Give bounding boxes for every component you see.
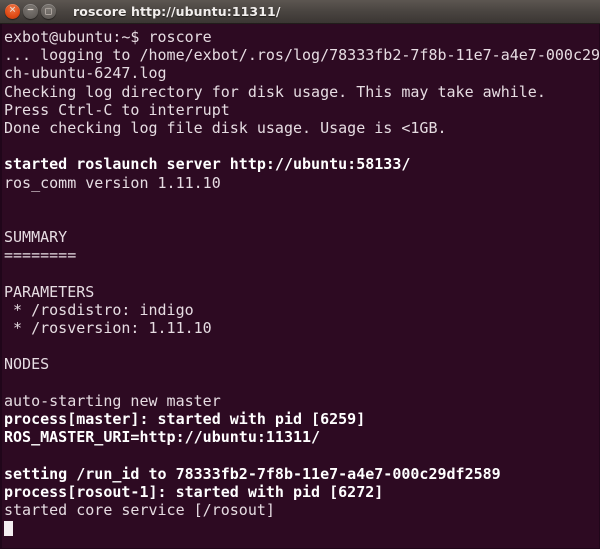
terminal-line: ROS_MASTER_URI=http://ubuntu:11311/ — [4, 428, 321, 447]
close-button[interactable]: ✕ — [5, 4, 20, 19]
maximize-button[interactable]: □ — [41, 4, 56, 19]
terminal-line: * /rosdistro: indigo — [4, 300, 194, 319]
terminal-line: setting /run_id to 78333fb2-7f8b-11e7-a4… — [4, 464, 501, 483]
terminal-line: Press Ctrl-C to interrupt — [4, 100, 230, 119]
terminal-line: started core service [/rosout] — [4, 500, 275, 519]
minimize-button[interactable]: − — [23, 4, 38, 19]
terminal-line: ros_comm version 1.11.10 — [4, 173, 221, 192]
terminal-line: ======== — [4, 246, 77, 265]
close-icon: ✕ — [8, 5, 17, 16]
window-titlebar[interactable]: ✕ − □ roscore http://ubuntu:11311/ — [0, 0, 600, 24]
terminal-line: process[rosout-1]: started with pid [627… — [4, 482, 384, 501]
terminal-output: exbot@ubuntu:~$ roscore... logging to /h… — [4, 28, 599, 537]
terminal-line: started roslaunch server http://ubuntu:5… — [4, 155, 411, 174]
terminal-line: Done checking log file disk usage. Usage… — [4, 118, 447, 137]
terminal-body[interactable]: exbot@ubuntu:~$ roscore... logging to /h… — [0, 24, 600, 549]
terminal-line: SUMMARY — [4, 228, 68, 247]
terminal-line: ch-ubuntu-6247.log — [4, 64, 167, 83]
minimize-icon: − — [26, 5, 35, 16]
terminal-line: Checking log directory for disk usage. T… — [4, 82, 546, 101]
terminal-window: ✕ − □ roscore http://ubuntu:11311/ exbot… — [0, 0, 600, 549]
window-title: roscore http://ubuntu:11311/ — [73, 4, 281, 19]
cursor-block — [4, 521, 13, 537]
terminal-line: exbot@ubuntu:~$ roscore — [4, 28, 212, 46]
terminal-line: NODES — [4, 355, 50, 374]
terminal-line: auto-starting new master — [4, 391, 221, 410]
terminal-line: process[master]: started with pid [6259] — [4, 409, 366, 428]
terminal-cursor-line — [4, 519, 599, 537]
maximize-icon: □ — [44, 6, 53, 15]
terminal-line: ... logging to /home/exbot/.ros/log/7833… — [4, 46, 600, 65]
terminal-line: * /rosversion: 1.11.10 — [4, 319, 212, 337]
terminal-line: PARAMETERS — [4, 282, 95, 301]
window-controls: ✕ − □ — [5, 4, 56, 19]
